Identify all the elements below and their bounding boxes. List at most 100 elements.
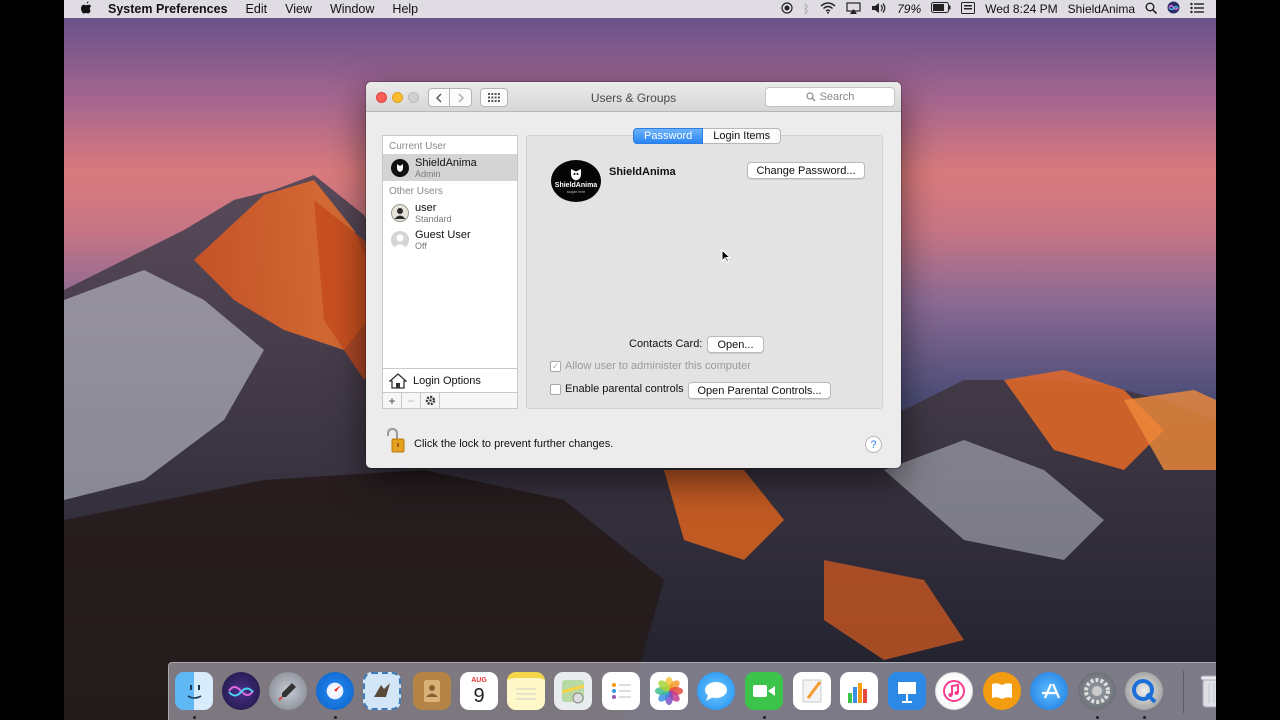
sidebar-user-shieldanima[interactable]: ShieldAnima Admin [383,154,517,181]
calendar-day: 9 [473,684,485,707]
login-options-item[interactable]: Login Options [383,368,517,392]
parental-controls-label: Enable parental controls [565,383,684,395]
system-preferences-icon[interactable] [1078,672,1116,710]
other-users-header: Other Users [389,186,443,197]
wifi-icon[interactable] [820,1,836,17]
admin-checkbox[interactable]: ✓ [550,361,561,372]
running-indicator [1143,716,1146,719]
messages-icon[interactable] [697,672,735,710]
keynote-icon[interactable] [888,672,926,710]
user-list-sidebar: Current User ShieldAnima Admin Other Use… [382,135,518,409]
avatar-subtext: slogan here [566,190,586,194]
record-icon[interactable] [781,1,793,17]
add-user-button[interactable]: + [383,393,402,408]
notification-center-icon[interactable] [1190,2,1204,17]
letterbox-right [1216,0,1280,720]
reminders-icon[interactable] [602,672,640,710]
siri-icon[interactable] [1167,1,1180,17]
keyboard-input-icon[interactable] [961,1,976,17]
running-indicator [334,716,337,719]
users-groups-window: Users & Groups Search Current User Shiel… [366,82,901,468]
menu-help[interactable]: Help [383,2,427,16]
mouse-cursor-icon [721,249,731,263]
clock[interactable]: Wed 8:24 PM [985,2,1057,16]
user-name: user [415,201,437,214]
running-indicator [763,716,766,719]
menu-bar: System Preferences Edit View Window Help… [64,0,1216,18]
airplay-icon[interactable] [846,1,861,17]
gear-icon [425,395,435,406]
tab-bar: Password Login Items [633,128,782,144]
menu-window[interactable]: Window [321,2,383,16]
quicktime-icon[interactable] [1125,672,1163,710]
contacts-open-button[interactable]: Open... [707,336,764,353]
numbers-icon[interactable] [840,672,878,710]
user-name: Guest User [415,228,471,241]
battery-icon[interactable] [931,2,951,16]
contacts-card-label: Contacts Card: [629,338,703,350]
avatar [391,158,409,177]
search-field[interactable]: Search [765,87,895,107]
safari-icon[interactable] [316,672,354,710]
tab-password[interactable]: Password [633,128,704,144]
remove-user-button[interactable]: − [402,393,421,408]
user-role: Off [415,240,427,251]
ibooks-icon[interactable] [983,672,1021,710]
finder-icon[interactable] [175,672,213,710]
pages-icon[interactable] [793,672,831,710]
running-indicator [193,716,196,719]
dock-separator [1183,671,1184,713]
lock-message: Click the lock to prevent further change… [414,438,614,450]
desktop: System Preferences Edit View Window Help… [64,0,1216,720]
shield-logo-icon [571,169,581,181]
search-placeholder: Search [819,91,855,103]
admin-checkbox-label: Allow user to administer this computer [565,360,751,372]
unlocked-lock-icon[interactable] [386,427,406,457]
bluetooth-icon[interactable]: ᛒ [803,2,810,16]
menu-app-name[interactable]: System Preferences [108,2,237,16]
apple-menu-icon[interactable] [64,1,108,18]
sidebar-toolbar: + − [383,392,517,408]
app-store-icon[interactable] [1030,672,1068,710]
profile-name: ShieldAnima [609,166,676,178]
user-role: Admin [415,168,441,179]
contacts-icon[interactable] [413,672,451,710]
notes-icon[interactable] [507,672,545,710]
change-password-button[interactable]: Change Password... [747,162,865,179]
help-button[interactable]: ? [865,436,882,453]
sidebar-user-user[interactable]: user Standard [383,199,517,226]
calendar-icon[interactable]: AUG 9 [460,672,498,710]
calendar-month: AUG [471,676,487,684]
menu-view[interactable]: View [276,2,321,16]
parental-controls-checkbox[interactable] [550,384,561,395]
spotlight-icon[interactable] [1145,2,1158,17]
facetime-icon[interactable] [745,672,783,710]
battery-percent[interactable]: 79% [897,2,921,16]
user-detail-pane: Password Login Items ShieldAnima slogan … [526,128,883,409]
volume-icon[interactable] [871,2,887,17]
maps-icon[interactable] [554,672,592,710]
running-indicator [1096,716,1099,719]
current-user-header: Current User [389,141,447,152]
user-name: ShieldAnima [415,156,477,169]
house-icon [389,372,407,389]
user-menu[interactable]: ShieldAnima [1068,2,1135,16]
launchpad-icon[interactable] [269,672,307,710]
photos-icon[interactable] [650,672,688,710]
tab-login-items[interactable]: Login Items [703,128,782,144]
avatar [391,203,409,222]
trash-icon[interactable] [1195,672,1216,710]
siri-app-icon[interactable] [222,672,260,710]
user-avatar[interactable]: ShieldAnima slogan here [551,160,601,202]
search-icon [805,92,816,102]
sidebar-user-guest[interactable]: Guest User Off [383,226,517,253]
action-gear-button[interactable] [421,393,440,408]
title-bar[interactable]: Users & Groups Search [366,82,901,112]
menu-edit[interactable]: Edit [237,2,277,16]
mail-icon[interactable] [363,672,401,710]
avatar-text: ShieldAnima [554,182,598,189]
open-parental-controls-button[interactable]: Open Parental Controls... [688,382,831,399]
dock: AUG 9 [168,662,1216,720]
guest-avatar-icon [391,230,409,249]
itunes-icon[interactable] [935,672,973,710]
